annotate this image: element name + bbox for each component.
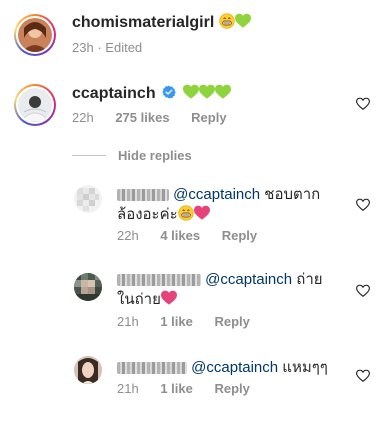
edited-label: Edited: [105, 40, 143, 55]
grin-emoji: [219, 13, 235, 29]
likes-count[interactable]: 4 likes: [160, 228, 200, 243]
mention-link[interactable]: @ccaptainch: [191, 359, 278, 376]
avatar-image: [18, 88, 52, 122]
avatar[interactable]: [74, 185, 102, 213]
separator: ·: [97, 40, 102, 55]
reply-text-line2: ล้องอะค่ะ: [117, 206, 178, 223]
comment-time: 22h: [72, 110, 94, 125]
likes-count[interactable]: 1 like: [160, 314, 193, 329]
reply-username[interactable]: [117, 274, 201, 287]
reply-text: @ccaptainch ชอบตาก ล้องอะค่ะ: [117, 185, 349, 225]
reply-time: 22h: [117, 228, 139, 243]
likes-count[interactable]: 275 likes: [115, 110, 169, 125]
reply-text-line1: แหมๆๆ: [278, 359, 328, 376]
reply-time: 21h: [117, 314, 139, 329]
like-heart-icon[interactable]: [356, 198, 370, 212]
green-heart-emoji: [199, 84, 215, 100]
like-heart-icon[interactable]: [356, 97, 370, 111]
avatar[interactable]: [18, 88, 52, 122]
reply-button[interactable]: Reply: [214, 314, 249, 329]
reply-button[interactable]: Reply: [191, 110, 226, 125]
pink-heart-emoji: [194, 205, 210, 221]
verified-badge-icon: [162, 85, 176, 99]
avatar[interactable]: [74, 273, 102, 301]
reply-username[interactable]: [117, 362, 187, 375]
reply-time: 21h: [117, 381, 139, 396]
post-meta: 23h · Edited: [72, 40, 142, 55]
avatar-image: [74, 185, 102, 213]
likes-count[interactable]: 1 like: [160, 381, 193, 396]
green-heart-emoji: [183, 84, 199, 100]
avatar-image: [18, 18, 52, 52]
like-heart-icon[interactable]: [356, 369, 370, 383]
post-time: 23h: [72, 40, 94, 55]
avatar[interactable]: [18, 18, 52, 52]
reply-button[interactable]: Reply: [214, 381, 249, 396]
reply-meta: 21h 1 like Reply: [117, 314, 268, 329]
reply-meta: 22h 4 likes Reply: [117, 228, 275, 243]
grin-emoji: [178, 205, 194, 221]
mention-link[interactable]: @ccaptainch: [173, 186, 260, 203]
like-heart-icon[interactable]: [356, 284, 370, 298]
avatar-image: [74, 356, 102, 384]
pink-heart-emoji: [161, 290, 177, 306]
reply-text-line2: ในถ่าย: [117, 291, 161, 308]
reply-username[interactable]: [117, 189, 169, 202]
green-heart-emoji: [215, 84, 231, 100]
divider: [72, 155, 106, 156]
reply-meta: 21h 1 like Reply: [117, 381, 268, 396]
reply-button[interactable]: Reply: [222, 228, 257, 243]
reply-text: @ccaptainch แหมๆๆ: [117, 358, 357, 378]
reply-text-line1: ชอบตาก: [260, 186, 321, 203]
post-username[interactable]: chomismaterialgirl: [72, 13, 251, 32]
reply-text-line1: ถ่าย: [292, 271, 323, 288]
comment-username[interactable]: ccaptainch: [72, 84, 231, 103]
green-heart-emoji: [235, 13, 251, 29]
avatar[interactable]: [74, 356, 102, 384]
comment-meta: 22h 275 likes Reply: [72, 110, 245, 125]
mention-link[interactable]: @ccaptainch: [205, 271, 292, 288]
hide-replies-button[interactable]: Hide replies: [118, 148, 192, 163]
reply-text: @ccaptainch ถ่าย ในถ่าย: [117, 270, 349, 310]
avatar-image: [74, 273, 102, 301]
